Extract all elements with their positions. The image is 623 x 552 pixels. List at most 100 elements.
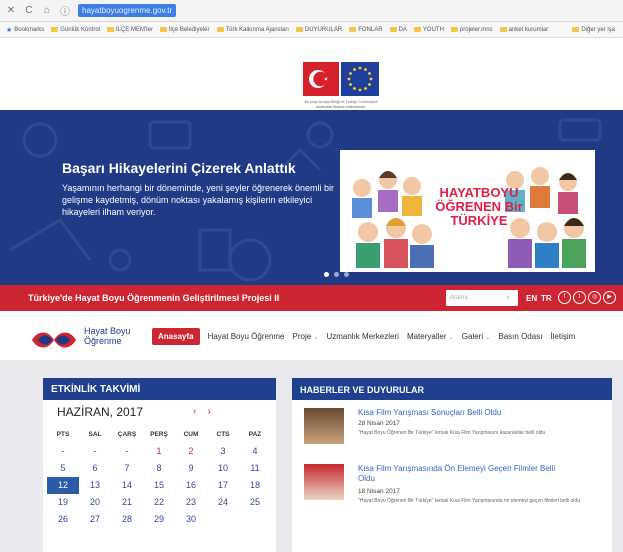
- bookmarks-bar: ★ Bookmarks Günlük Kontrol İLÇE MEM'ler İ…: [0, 22, 623, 38]
- folder-icon: [295, 27, 303, 32]
- reload-icon[interactable]: C: [24, 5, 34, 16]
- folder-icon: [51, 27, 59, 32]
- next-month-button[interactable]: ›: [207, 406, 210, 417]
- calendar-day[interactable]: 25: [239, 494, 271, 511]
- bookmark-item[interactable]: DA: [389, 27, 407, 33]
- calendar-arrows: ‹ ›: [193, 406, 211, 417]
- calendar-day[interactable]: 1: [143, 443, 175, 460]
- folder-icon: [349, 27, 357, 32]
- hero-banner[interactable]: Başarı Hikayelerini Çizerek Anlattık Yaş…: [0, 110, 623, 285]
- hbo-logo-icon[interactable]: [30, 330, 78, 350]
- nav-item-uzmanlik-merkezleri[interactable]: Uzmanlık Merkezleri: [326, 332, 398, 341]
- lang-en-button[interactable]: EN: [526, 294, 537, 303]
- calendar-day[interactable]: 14: [111, 477, 143, 494]
- calendar-day[interactable]: 7: [111, 460, 143, 477]
- news-item-title[interactable]: Kısa Film Yarışması Sonuçları Belli Oldu: [358, 408, 558, 418]
- address-bar[interactable]: hayatboyuogrenme.gov.tr: [78, 4, 177, 17]
- calendar-day[interactable]: 16: [175, 477, 207, 494]
- slider-dot[interactable]: [334, 272, 339, 277]
- calendar-day[interactable]: 30: [175, 511, 207, 528]
- twitter-icon[interactable]: t: [573, 291, 586, 304]
- home-icon[interactable]: ⌂: [42, 5, 52, 16]
- calendar-day[interactable]: 19: [47, 494, 79, 511]
- calendar-day[interactable]: 20: [79, 494, 111, 511]
- facebook-icon[interactable]: f: [558, 291, 571, 304]
- calendar-day[interactable]: 6: [79, 460, 111, 477]
- calendar-day[interactable]: 4: [239, 443, 271, 460]
- hero-description: Yaşamının herhangi bir döneminde, yeni ş…: [62, 183, 334, 217]
- other-bookmarks[interactable]: Diğer yer işa: [572, 27, 623, 33]
- nav-item-hayat-boyu-ogrenme[interactable]: Hayat Boyu Öğrenme: [208, 332, 285, 341]
- bookmark-item[interactable]: projeler.mnc: [450, 27, 493, 33]
- news-thumbnail[interactable]: [304, 464, 344, 500]
- bookmark-item[interactable]: İLÇE MEM'ler: [107, 27, 153, 33]
- calendar-day[interactable]: 13: [79, 477, 111, 494]
- calendar-day[interactable]: 17: [207, 477, 239, 494]
- slider-dot[interactable]: [344, 272, 349, 277]
- weekday-label: ÇARŞ: [117, 431, 137, 438]
- nav-item-proje[interactable]: Proje ⌄: [293, 332, 319, 341]
- calendar-day[interactable]: 26: [47, 511, 79, 528]
- news-item-date: 18 Nisan 2017: [358, 488, 400, 495]
- bookmark-item[interactable]: anket kurumlar: [499, 27, 548, 33]
- instagram-icon[interactable]: ◎: [588, 291, 601, 304]
- weekday-label: PAZ: [248, 431, 262, 438]
- calendar-day: [207, 511, 239, 528]
- bookmark-item[interactable]: ★ Bookmarks: [6, 26, 44, 34]
- nav-item-galeri[interactable]: Galeri ⌄: [462, 332, 491, 341]
- calendar-day[interactable]: 10: [207, 460, 239, 477]
- calendar-day[interactable]: 29: [143, 511, 175, 528]
- bookmark-item[interactable]: YOUTH: [413, 27, 444, 33]
- site-info-icon[interactable]: ⓘ: [60, 3, 70, 18]
- project-title: Türkiye'de Hayat Boyu Öğrenmenin Gelişti…: [28, 293, 280, 303]
- calendar-day[interactable]: 9: [175, 460, 207, 477]
- calendar-month: HAZİRAN, 2017: [57, 405, 144, 419]
- news-item[interactable]: Kısa Film Yarışması Sonuçları Belli Oldu…: [304, 408, 604, 458]
- youtube-icon[interactable]: ▶: [603, 291, 616, 304]
- bookmark-item[interactable]: Türk Kalkınma Ajansları: [216, 27, 289, 33]
- news-item-title[interactable]: Kısa Film Yarışmasında Ön Elemeyi Geçen …: [358, 464, 558, 484]
- calendar-day: -: [93, 446, 97, 456]
- calendar-day[interactable]: 12: [47, 477, 79, 494]
- bookmark-item[interactable]: Günlük Kontrol: [51, 27, 100, 33]
- folder-icon: [572, 27, 580, 32]
- calendar-day: [239, 511, 271, 528]
- news-item-date: 28 Nisan 2017: [358, 420, 400, 427]
- calendar-day[interactable]: 22: [143, 494, 175, 511]
- search-icon[interactable]: ⌕: [506, 293, 510, 303]
- bookmark-item[interactable]: İlçe Belediyeler: [159, 27, 210, 33]
- site-logo-text[interactable]: Hayat Boyu Öğrenme: [84, 326, 131, 346]
- close-tab-icon[interactable]: ✕: [6, 5, 16, 16]
- bookmark-item[interactable]: FONLAR: [349, 27, 383, 33]
- week-row: 12 13 14 15 16 17 18: [47, 477, 272, 494]
- calendar-day[interactable]: 5: [47, 460, 79, 477]
- calendar-day[interactable]: 28: [111, 511, 143, 528]
- folder-icon: [450, 27, 458, 32]
- prev-month-button[interactable]: ‹: [193, 406, 196, 417]
- lang-tr-button[interactable]: TR: [541, 294, 552, 303]
- calendar-day[interactable]: 8: [143, 460, 175, 477]
- calendar-day[interactable]: 18: [239, 477, 271, 494]
- calendar-day[interactable]: 24: [207, 494, 239, 511]
- main-menu: Anasayfa Hayat Boyu Öğrenme Proje ⌄ Uzma…: [152, 328, 575, 345]
- nav-item-iletisim[interactable]: İletişim: [550, 332, 575, 341]
- slider-dot[interactable]: [324, 272, 329, 277]
- bookmark-item[interactable]: DUYURULAR: [295, 27, 342, 33]
- partner-logos: [303, 62, 379, 102]
- calendar-day[interactable]: 11: [239, 460, 271, 477]
- weekday-label: PERŞ: [150, 431, 168, 438]
- news-item-desc: "Hayat Boyu Öğrenen Bir Türkiye" temalı …: [358, 498, 580, 504]
- calendar-day[interactable]: 27: [79, 511, 111, 528]
- nav-item-anasayfa[interactable]: Anasayfa: [152, 328, 200, 345]
- calendar-day[interactable]: 3: [207, 443, 239, 460]
- calendar-day[interactable]: 21: [111, 494, 143, 511]
- nav-item-materyaller[interactable]: Materyaller ⌄: [407, 332, 454, 341]
- calendar-day[interactable]: 23: [175, 494, 207, 511]
- news-item[interactable]: Kısa Film Yarışmasında Ön Elemeyi Geçen …: [304, 464, 604, 514]
- calendar-day[interactable]: 15: [143, 477, 175, 494]
- weekday-row: PTS SAL ÇARŞ PERŞ CUM CTS PAZ: [47, 426, 272, 443]
- nav-item-basin-odasi[interactable]: Basın Odası: [498, 332, 542, 341]
- weekday-label: CTS: [216, 431, 230, 438]
- calendar-day[interactable]: 2: [175, 443, 207, 460]
- news-thumbnail[interactable]: [304, 408, 344, 444]
